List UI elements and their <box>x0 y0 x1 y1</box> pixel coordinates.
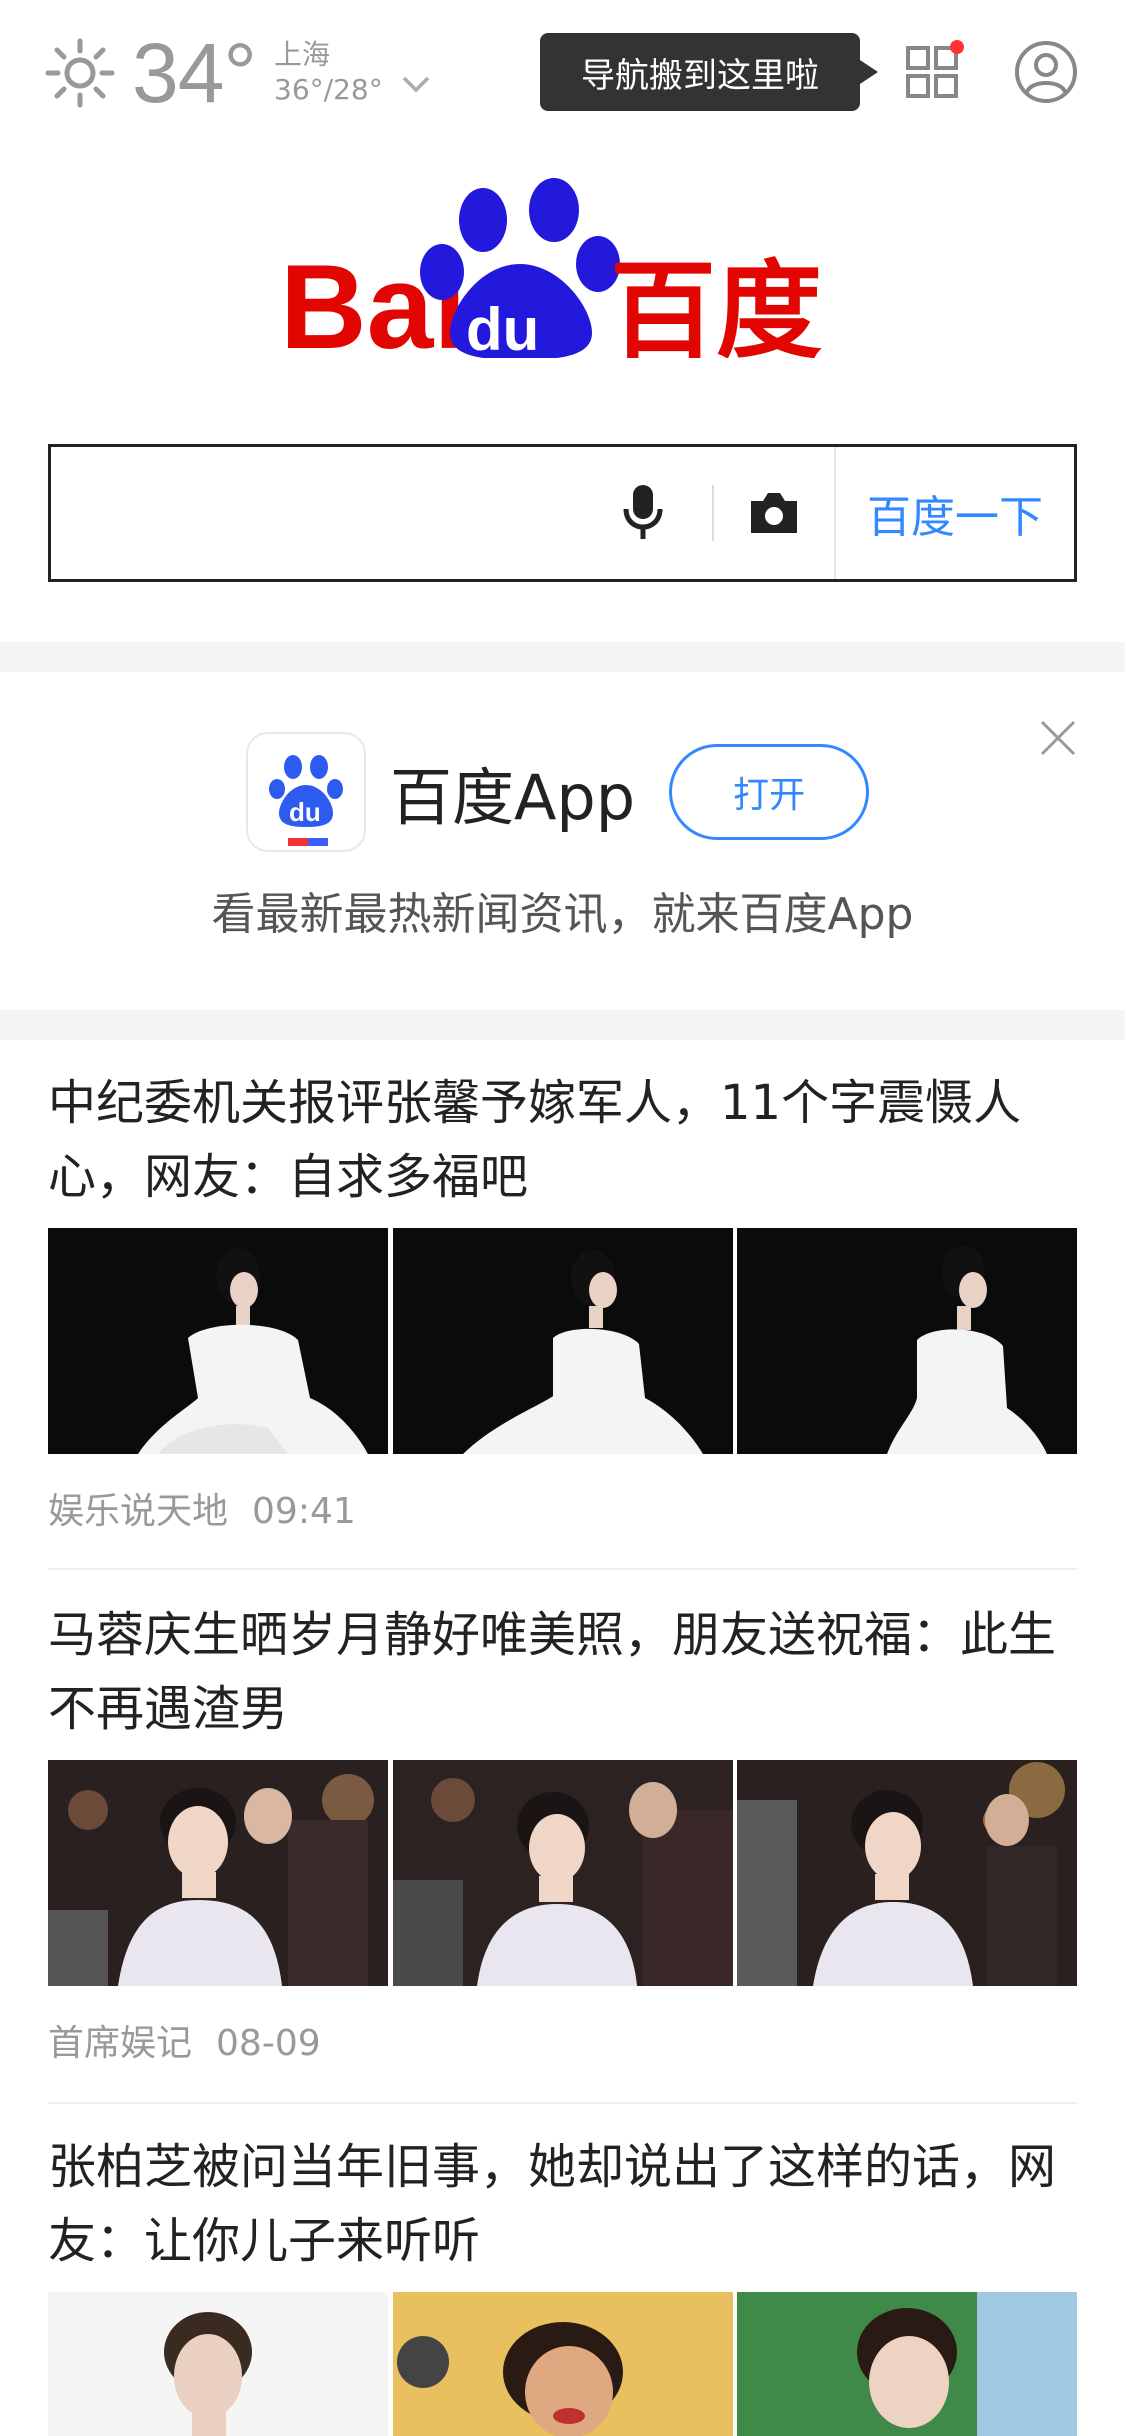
svg-text:du: du <box>466 296 539 358</box>
open-app-button[interactable]: 打开 <box>669 744 870 840</box>
news-photo <box>392 1228 733 1454</box>
paw-logo-icon: du <box>269 755 343 827</box>
news-photo <box>392 2292 733 2436</box>
news-photo <box>737 1760 1077 1986</box>
news-meta: 首席娱记 08-09 <box>48 2014 1077 2066</box>
nav-moved-tooltip: 导航搬到这里啦 <box>540 33 878 111</box>
weather-widget[interactable]: 34° 上海 36°/28° <box>44 28 431 118</box>
voice-search-button[interactable] <box>610 447 676 579</box>
news-divider <box>48 1568 1077 1570</box>
image-search-button[interactable] <box>714 447 834 579</box>
news-title[interactable]: 马蓉庆生晒岁月静好唯美照，朋友送祝福：此生不再遇渣男 <box>48 1598 1077 1746</box>
app-promo-description: 看最新最热新闻资讯，就来百度App <box>211 889 914 940</box>
nav-grid-button[interactable] <box>900 38 970 108</box>
user-icon[interactable] <box>1014 40 1078 104</box>
news-source: 娱乐说天地 <box>48 1491 229 1532</box>
weather-temperature: 34° <box>132 26 257 120</box>
camera-icon <box>751 493 797 533</box>
notification-dot <box>950 40 964 54</box>
chevron-down-icon[interactable] <box>401 74 431 94</box>
search-submit-button[interactable]: 百度一下 <box>834 447 1074 579</box>
news-photo <box>48 2292 388 2436</box>
weather-location: 上海 36°/28° <box>274 38 383 108</box>
section-divider <box>0 1010 1125 1040</box>
news-time: 08-09 <box>216 2023 321 2064</box>
news-photo <box>48 1228 388 1454</box>
news-thumbnails <box>48 1760 1077 1986</box>
news-card[interactable]: 马蓉庆生晒岁月静好唯美照，朋友送祝福：此生不再遇渣男 首席娱记 08-09 <box>48 1598 1077 2066</box>
weather-city: 上海 <box>274 38 331 71</box>
news-card[interactable]: 张柏芝被问当年旧事，她却说出了这样的话，网友：让你儿子来听听 <box>48 2130 1077 2436</box>
news-source: 首席娱记 <box>48 2023 193 2064</box>
news-photo <box>737 1228 1077 1454</box>
baidu-logo: Bai du 百度 <box>280 178 822 358</box>
news-photo <box>392 1760 733 1986</box>
sun-icon <box>45 38 115 108</box>
top-bar: 34° 上海 36°/28° 导航搬到这里啦 <box>0 0 1125 150</box>
news-divider <box>48 2102 1077 2104</box>
news-photo <box>737 2292 1077 2436</box>
news-thumbnails <box>48 2292 1077 2436</box>
weather-range: 36°/28° <box>274 73 383 106</box>
search-input[interactable] <box>51 447 610 579</box>
app-icon-stripe <box>288 838 328 846</box>
news-photo <box>48 1760 388 1986</box>
microphone-icon <box>623 485 663 539</box>
news-thumbnails <box>48 1228 1077 1454</box>
news-card[interactable]: 中纪委机关报评张馨予嫁军人，11个字震慑人心，网友：自求多福吧 娱乐说天地 09:… <box>48 1066 1077 1534</box>
app-promo-row: du 百度App 打开 <box>246 732 870 852</box>
news-title[interactable]: 张柏芝被问当年旧事，她却说出了这样的话，网友：让你儿子来听听 <box>48 2130 1077 2278</box>
baidu-app-icon[interactable]: du <box>246 732 366 852</box>
search-bar: 百度一下 <box>48 444 1077 582</box>
section-divider <box>0 642 1125 672</box>
app-name: 百度App <box>390 761 636 834</box>
app-promo-banner: du 百度App 打开 看最新最热新闻资讯，就来百度App <box>0 672 1125 1010</box>
close-icon[interactable] <box>1038 718 1078 758</box>
news-meta: 娱乐说天地 09:41 <box>48 1482 1077 1534</box>
svg-text:du: du <box>289 797 321 827</box>
news-title[interactable]: 中纪委机关报评张馨予嫁军人，11个字震慑人心，网友：自求多福吧 <box>48 1066 1077 1214</box>
svg-text:百度: 百度 <box>610 250 822 358</box>
news-time: 09:41 <box>252 1491 356 1532</box>
